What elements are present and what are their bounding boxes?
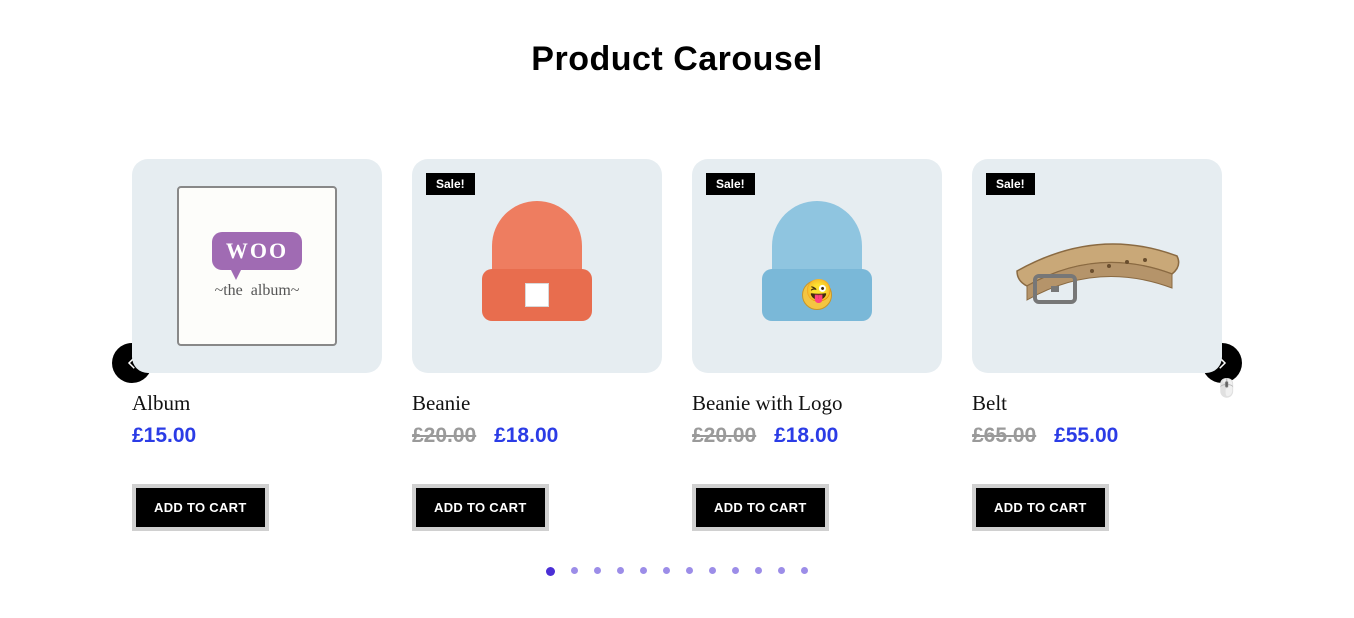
add-to-cart-button[interactable]: ADD TO CART bbox=[132, 484, 269, 531]
product-card[interactable]: Sale! Beanie £20.00 £18.00 ADD TO CART bbox=[412, 159, 662, 531]
add-to-cart-button[interactable]: ADD TO CART bbox=[412, 484, 549, 531]
beanie-illustration bbox=[482, 201, 592, 331]
pagination-dot[interactable] bbox=[617, 567, 624, 574]
current-price: £18.00 bbox=[494, 424, 558, 447]
product-card[interactable]: Sale! Belt £65.00 £55.00 bbox=[972, 159, 1222, 531]
product-price: £20.00 £18.00 bbox=[412, 424, 662, 448]
current-price: £18.00 bbox=[774, 424, 838, 447]
product-price: £65.00 £55.00 bbox=[972, 424, 1222, 448]
pagination-dot[interactable] bbox=[732, 567, 739, 574]
product-image: Sale! bbox=[412, 159, 662, 373]
carousel-track: WOO ~the album~ Album £15.00 ADD TO CART… bbox=[132, 159, 1222, 531]
beanie-logo-illustration bbox=[762, 201, 872, 331]
add-to-cart-button[interactable]: ADD TO CART bbox=[972, 484, 1109, 531]
sale-badge: Sale! bbox=[706, 173, 755, 195]
pagination-dot[interactable] bbox=[571, 567, 578, 574]
product-price: £20.00 £18.00 bbox=[692, 424, 942, 448]
pagination-dot[interactable] bbox=[686, 567, 693, 574]
page-title: Product Carousel bbox=[0, 40, 1354, 79]
product-card[interactable]: WOO ~the album~ Album £15.00 ADD TO CART bbox=[132, 159, 382, 531]
current-price: £55.00 bbox=[1054, 424, 1118, 447]
belt-illustration bbox=[997, 216, 1197, 316]
product-image: WOO ~the album~ bbox=[132, 159, 382, 373]
pagination-dot[interactable] bbox=[663, 567, 670, 574]
product-title: Belt bbox=[972, 391, 1222, 416]
album-illustration: WOO ~the album~ bbox=[177, 186, 337, 346]
product-price: £15.00 bbox=[132, 424, 382, 448]
pagination-dot[interactable] bbox=[709, 567, 716, 574]
old-price: £20.00 bbox=[412, 424, 476, 447]
product-title: Beanie bbox=[412, 391, 662, 416]
pagination-dot[interactable] bbox=[640, 567, 647, 574]
current-price: £15.00 bbox=[132, 424, 196, 447]
sale-badge: Sale! bbox=[426, 173, 475, 195]
pagination-dot[interactable] bbox=[546, 567, 555, 576]
pagination-dot[interactable] bbox=[778, 567, 785, 574]
product-carousel: WOO ~the album~ Album £15.00 ADD TO CART… bbox=[132, 159, 1222, 576]
product-title: Beanie with Logo bbox=[692, 391, 942, 416]
carousel-pagination bbox=[132, 567, 1222, 576]
pagination-dot[interactable] bbox=[755, 567, 762, 574]
sale-badge: Sale! bbox=[986, 173, 1035, 195]
product-title: Album bbox=[132, 391, 382, 416]
old-price: £65.00 bbox=[972, 424, 1036, 447]
product-card[interactable]: Sale! Beanie with Logo £20.00 £18.00 ADD… bbox=[692, 159, 942, 531]
pagination-dot[interactable] bbox=[801, 567, 808, 574]
product-image: Sale! bbox=[972, 159, 1222, 373]
pagination-dot[interactable] bbox=[594, 567, 601, 574]
old-price: £20.00 bbox=[692, 424, 756, 447]
add-to-cart-button[interactable]: ADD TO CART bbox=[692, 484, 829, 531]
product-image: Sale! bbox=[692, 159, 942, 373]
